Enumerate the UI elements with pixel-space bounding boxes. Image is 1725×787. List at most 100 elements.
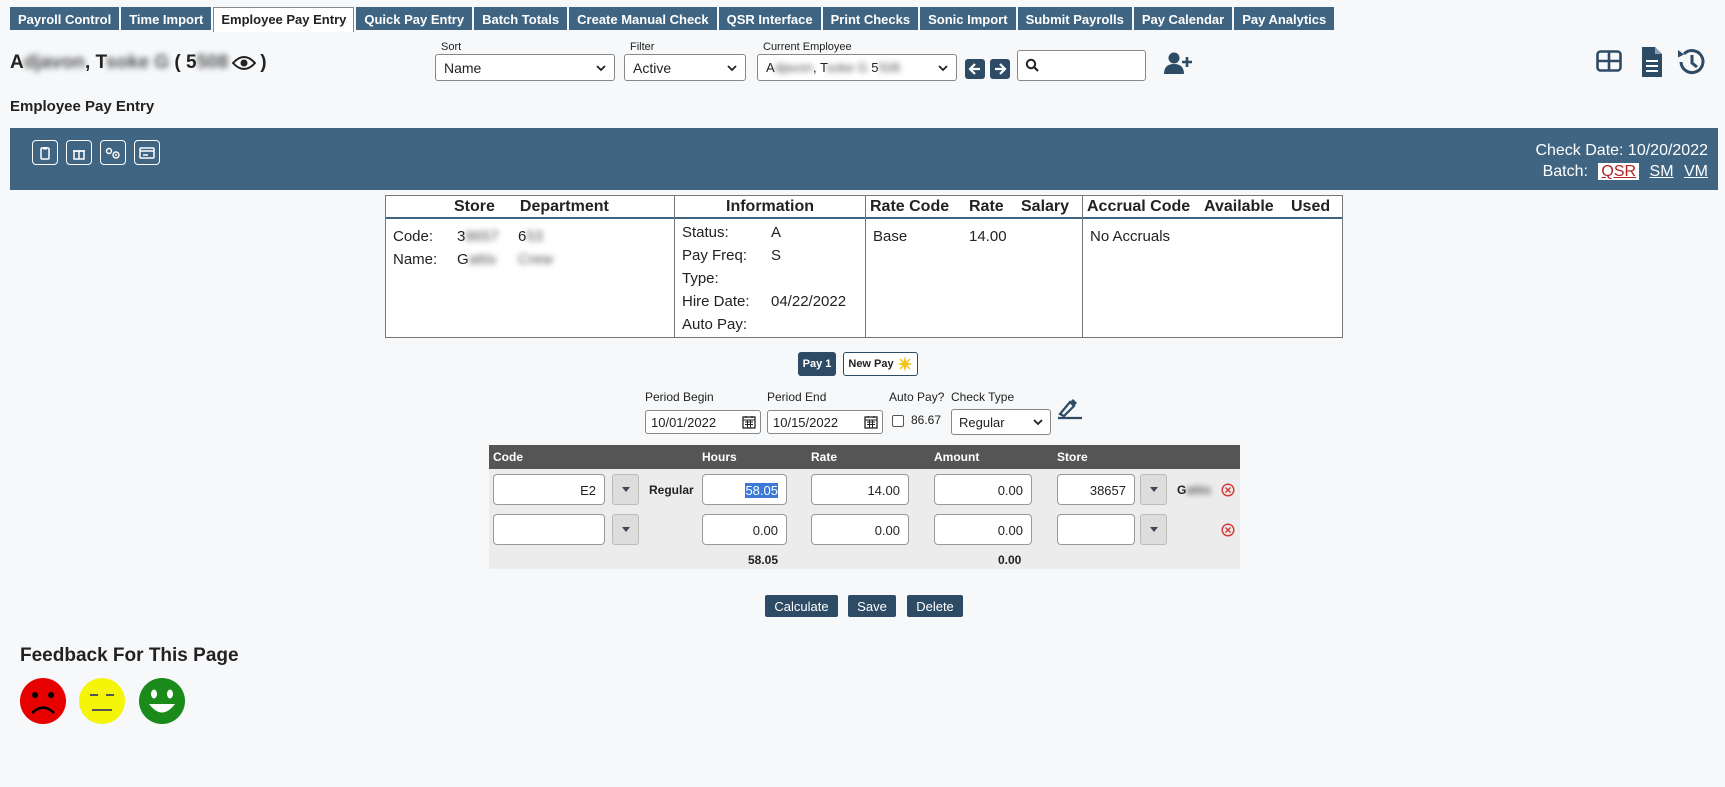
auto-pay-checkbox[interactable]	[892, 415, 904, 427]
tab-sonic-import[interactable]: Sonic Import	[920, 7, 1016, 30]
row1-store-name: Gattis	[1177, 483, 1212, 497]
sort-select[interactable]: Name	[435, 54, 615, 81]
grid-view-icon[interactable]	[1596, 49, 1622, 73]
pay-freq-label: Pay Freq:	[682, 247, 748, 264]
check-type-select[interactable]: Regular	[951, 409, 1051, 435]
accrual-panel: Accrual Code Available Used No Accruals	[1082, 195, 1343, 338]
accrual-code-header: Accrual Code	[1087, 197, 1191, 215]
calendar-icon[interactable]	[864, 415, 878, 429]
caret-down-icon	[1149, 487, 1158, 492]
gift-icon	[73, 149, 85, 160]
clipboard-icon	[40, 146, 50, 160]
row1-store-input[interactable]: 38657	[1057, 474, 1135, 505]
store-department-panel: Store Department Code: 38657 653 Name: G…	[385, 195, 675, 338]
document-icon[interactable]	[1640, 46, 1664, 78]
feedback-title: Feedback For This Page	[20, 645, 239, 666]
period-end-label: Period End	[767, 390, 827, 404]
chevron-down-icon	[727, 64, 737, 71]
tab-submit-payrolls[interactable]: Submit Payrolls	[1017, 7, 1132, 30]
row2-remove-icon[interactable]	[1221, 523, 1235, 537]
tab-batch-totals[interactable]: Batch Totals	[474, 7, 568, 30]
batch-link-sm[interactable]: SM	[1650, 163, 1674, 180]
sad-face-icon[interactable]	[19, 677, 67, 725]
card-icon	[139, 146, 155, 159]
tab-pay-analytics[interactable]: Pay Analytics	[1234, 7, 1335, 30]
row1-hours-input[interactable]: 58.05	[702, 474, 787, 505]
row1-amount-input[interactable]: 0.00	[934, 474, 1032, 505]
chevron-down-icon	[596, 64, 606, 71]
auto-pay-question-label: Auto Pay?	[889, 390, 945, 404]
next-employee-button[interactable]	[990, 59, 1010, 79]
signature-icon[interactable]	[1056, 398, 1084, 422]
tab-time-import[interactable]: Time Import	[121, 7, 212, 30]
hours-column-header: Hours	[702, 450, 737, 464]
row2-hours-input[interactable]: 0.00	[702, 514, 787, 545]
tab-create-manual-check[interactable]: Create Manual Check	[569, 7, 717, 30]
hours-total: 58.05	[748, 553, 779, 567]
employee-search-input[interactable]	[1017, 50, 1146, 81]
tab-quick-pay-entry[interactable]: Quick Pay Entry	[356, 7, 473, 30]
delete-button[interactable]: Delete	[907, 595, 963, 617]
new-pay-label: New Pay	[848, 358, 894, 370]
row2-code-dropdown[interactable]	[612, 514, 639, 545]
row1-store-dropdown[interactable]	[1140, 474, 1167, 505]
filter-select[interactable]: Active	[624, 54, 746, 81]
salary-header: Salary	[1021, 197, 1070, 215]
new-pay-button[interactable]: New Pay	[843, 352, 918, 376]
row2-amount-input[interactable]: 0.00	[934, 514, 1032, 545]
toolbar-button-4[interactable]	[134, 140, 160, 165]
pay-1-tab[interactable]: Pay 1	[798, 352, 836, 376]
row2-store-input[interactable]	[1057, 514, 1135, 545]
period-end-input[interactable]: 10/15/2022	[767, 410, 883, 434]
toolbar-button-2[interactable]	[66, 140, 92, 165]
used-header: Used	[1291, 197, 1331, 215]
row1-rate-input[interactable]: 14.00	[811, 474, 909, 505]
caret-down-icon	[621, 527, 630, 532]
amount-column-header: Amount	[934, 450, 980, 464]
add-user-icon[interactable]	[1163, 51, 1193, 75]
happy-face-icon[interactable]	[138, 677, 186, 725]
neutral-face-icon[interactable]	[78, 677, 126, 725]
row1-code-input[interactable]: E2	[493, 474, 605, 505]
row2-code-input[interactable]	[493, 514, 605, 545]
calculate-button[interactable]: Calculate	[765, 595, 838, 617]
status-value: A	[771, 224, 782, 241]
tab-employee-pay-entry[interactable]: Employee Pay Entry	[213, 7, 355, 32]
toolbar-button-1[interactable]	[32, 140, 58, 165]
auto-pay-label: Auto Pay:	[682, 316, 748, 333]
tab-qsr-interface[interactable]: QSR Interface	[718, 7, 821, 30]
filter-label: Filter	[630, 41, 655, 53]
period-begin-input[interactable]: 10/01/2022	[645, 410, 761, 434]
row2-rate-input[interactable]: 0.00	[811, 514, 909, 545]
tab-print-checks[interactable]: Print Checks	[822, 7, 919, 30]
save-button[interactable]: Save	[848, 595, 896, 617]
sort-label: Sort	[441, 41, 462, 53]
caret-down-icon	[621, 487, 630, 492]
current-employee-label: Current Employee	[763, 41, 852, 53]
information-header: Information	[726, 197, 814, 215]
tab-pay-calendar[interactable]: Pay Calendar	[1133, 7, 1233, 30]
chevron-down-icon	[1033, 419, 1043, 426]
arrow-left-icon	[968, 63, 980, 75]
status-label: Status:	[682, 224, 729, 241]
batch-link-qsr[interactable]: QSR	[1598, 163, 1640, 180]
page-title: Employee Pay Entry	[10, 98, 155, 115]
toolbar-button-3[interactable]	[100, 140, 126, 165]
check-date: Check Date: 10/20/2022	[1535, 142, 1708, 159]
row1-remove-icon[interactable]	[1221, 483, 1235, 497]
eye-icon[interactable]	[232, 55, 257, 71]
amount-total: 0.00	[998, 553, 1022, 567]
prev-employee-button[interactable]	[965, 59, 985, 79]
calendar-icon[interactable]	[742, 415, 756, 429]
sparkle-icon	[896, 356, 913, 372]
batch-link-vm[interactable]: VM	[1684, 163, 1708, 180]
rate-value: 14.00	[969, 228, 1007, 245]
tab-payroll-control[interactable]: Payroll Control	[10, 7, 120, 30]
row2-store-dropdown[interactable]	[1140, 514, 1167, 545]
settings-group-icon	[105, 147, 120, 159]
row1-code-dropdown[interactable]	[612, 474, 639, 505]
rate-header: Rate	[969, 197, 1004, 215]
history-icon[interactable]	[1675, 46, 1707, 78]
hire-date-value: 04/22/2022	[771, 293, 847, 310]
current-employee-select[interactable]: Adjavon, Tsoke G 5508	[757, 54, 957, 81]
